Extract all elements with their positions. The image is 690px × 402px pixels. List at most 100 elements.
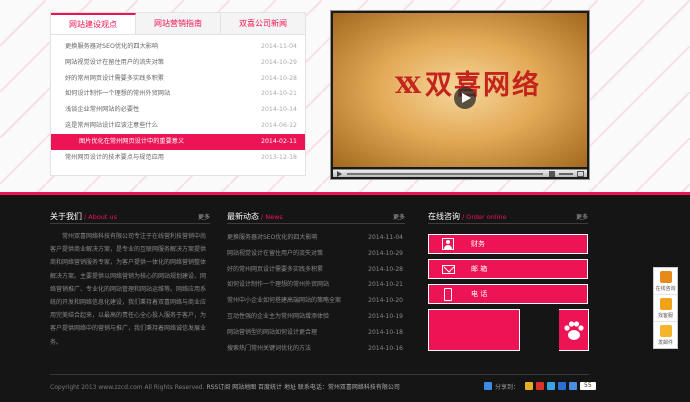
float-item-service[interactable]: 找客服 [654,295,677,322]
news-title: 最新动态 [227,212,259,221]
news-item-title: 常州网页设计的技术要点与规范应用 [65,153,164,161]
news-item[interactable]: 好的常州网页设计需要多实践多积累 2014-10-28 [51,71,305,87]
news-list: 更换服务器对SEO优化的四大影响 2014-11-04 网站视觉设计在留住用户的流… [51,35,305,165]
news-subtitle: / News [261,213,283,221]
share-tencent-icon[interactable] [547,382,556,390]
about-subtitle: / About us [84,213,118,221]
consult-phone-button[interactable]: 电 话 [428,284,588,304]
list-item-title: 网站营销型的网站如何设计更合理 [227,328,318,336]
paw-icon [564,321,584,340]
copyright: Copyright 2013 www.zzcd.com All Rights R… [50,382,400,391]
news-item[interactable]: 网站视觉设计在留住用户的流失对策 2014-10-29 [51,55,305,71]
tab-website-views[interactable]: 网站建设观点 [51,13,136,34]
list-item-date: 2014-10-19 [368,312,403,320]
consult-button-label: 财务 [471,240,485,248]
brand-logo-text: 双喜网络 [425,70,541,101]
consult-finance-button[interactable]: 财务 [428,234,588,254]
news-tab-box: 网站建设观点 网站营销指南 双喜公司新闻 更换服务器对SEO优化的四大影响 201… [50,12,306,176]
news-item[interactable]: 常州网页设计的技术要点与规范应用 2013-12-18 [51,150,305,166]
news-item-title: 更换服务器对SEO优化的四大影响 [65,43,159,50]
volume-icon[interactable] [549,171,555,177]
consult-heading: 在线咨询 / Order online 更多 [428,210,588,224]
consult-button-label: 电 话 [471,290,488,298]
mail-icon [442,265,455,274]
news-item[interactable]: 这是常州网站设计应该注意些什么 2014-06-12 [51,118,305,134]
news-item[interactable]: 如何设计制作一个理想的常州外贸网站 2014-10-21 [51,86,305,102]
video-player: XX 双喜网络 [330,10,590,180]
share-label: 分享到： [495,383,520,391]
progress-track[interactable] [347,173,543,175]
list-item[interactable]: 网站视觉设计在留住用户的流失对策 2014-10-29 [227,246,405,262]
list-item[interactable]: 搜索热门常州关键词优化的方法 2014-10-16 [227,341,405,357]
footer-links[interactable]: RSS订阅 网站地图 百度统计 地址 联系电话：常州双喜网络科技有限公司 [206,384,399,391]
about-more-link[interactable]: 更多 [198,211,210,225]
news-item[interactable]: 更换服务器对SEO优化的四大影响 2014-11-04 [51,39,305,55]
share-weibo-icon[interactable] [536,382,545,390]
news-item-date: 2014-06-12 [261,121,297,129]
play-icon[interactable] [454,87,476,109]
list-item[interactable]: 如何设计制作一个理想的常州外贸网站 2014-10-21 [227,277,405,293]
float-item-label: 找客服 [657,313,673,319]
share-plus-icon[interactable] [484,382,492,390]
float-item-email[interactable]: 发邮件 [654,322,677,349]
list-item-date: 2014-10-16 [368,344,403,352]
tab-marketing-guide[interactable]: 网站营销指南 [136,13,221,34]
list-item-date: 2014-10-20 [368,297,403,305]
news-heading: 最新动态 / News 更多 [227,210,405,224]
about-heading: 关于我们 / About us 更多 [50,210,210,224]
list-item[interactable]: 网站营销型的网站如何设计更合理 2014-10-18 [227,325,405,341]
share-qzone-icon[interactable] [525,382,534,390]
float-item-label: 在线咨询 [655,286,676,292]
share-count: 55 [580,382,596,390]
news-item-date: 2014-10-28 [261,74,297,82]
news-item[interactable]: 浅谈企业常州网站的必要性 2014-10-14 [51,102,305,118]
news-item-date: 2014-10-29 [261,58,297,66]
video-screen[interactable]: XX 双喜网络 [333,13,587,167]
news-item-date: 2014-11-04 [261,43,297,50]
news-item-title: 图片优化在常州网页设计中的重要意义 [79,137,185,145]
list-item-title: 网站视觉设计在留住用户的流失对策 [227,249,324,257]
latest-news-list: 更换服务器对SEO优化的四大影响 2014-11-04 网站视觉设计在留住用户的流… [227,230,405,356]
fullscreen-icon[interactable] [577,171,584,177]
news-item-title: 如何设计制作一个理想的常州外贸网站 [65,90,171,98]
list-item-title: 常州中小企业如何搭建高端网站的策略全案 [227,297,342,305]
list-item-date: 2014-10-21 [368,281,403,289]
list-item[interactable]: 更换服务器对SEO优化的四大影响 2014-11-04 [227,230,405,246]
list-item-title: 互动性强的企业主为常州网站增添体验 [227,312,330,320]
consult-more-link[interactable]: 更多 [576,211,588,225]
service-icon [660,298,672,310]
share-renren-icon[interactable] [558,382,567,390]
news-item-date: 2014-02-11 [261,137,297,145]
volume-slider[interactable] [559,173,573,175]
phone-icon [444,288,452,301]
list-item[interactable]: 常州中小企业如何搭建高端网站的策略全案 2014-10-20 [227,293,405,309]
news-more-link[interactable]: 更多 [393,211,405,225]
news-tabs: 网站建设观点 网站营销指南 双喜公司新闻 [51,13,305,35]
consult-mail-button[interactable]: 邮 箱 [428,259,588,279]
copyright-text: Copyright 2013 www.zzcd.com All Rights R… [50,384,205,391]
email-icon [660,325,672,337]
consult-subtitle: / Order online [462,213,507,221]
tab-company-news[interactable]: 双喜公司新闻 [221,13,305,34]
list-item-date: 2014-10-18 [368,328,403,336]
brand-logo-mark: XX [395,73,421,99]
qr-code-box [428,309,520,351]
share-bar: 分享到： 55 [484,381,596,391]
news-item-title: 这是常州网站设计应该注意些什么 [65,121,158,129]
about-text: 常州双喜网络科技有限公司专注于在线营利技营销中尚客户提供商业解决方案，是专业的互… [50,233,207,346]
share-douban-icon[interactable] [569,382,578,390]
consult-button-label: 邮 箱 [471,265,488,273]
list-item[interactable]: 好的常州网页设计需要多实践多积累 2014-10-28 [227,262,405,278]
paw-logo[interactable] [559,309,589,351]
footer-divider [50,374,589,375]
float-item-chat[interactable]: 在线咨询 [654,268,677,295]
news-item-highlighted[interactable]: 图片优化在常州网页设计中的重要意义 2014-02-11 [51,133,305,150]
list-item-date: 2014-10-29 [368,249,403,257]
news-item-title: 网站视觉设计在留住用户的流失对策 [65,58,164,66]
list-item[interactable]: 互动性强的企业主为常州网站增添体验 2014-10-19 [227,309,405,325]
news-item-date: 2013-12-18 [261,153,297,161]
control-play-icon[interactable] [337,171,342,177]
list-item-title: 好的常州网页设计需要多实践多积累 [227,265,324,273]
consult-title: 在线咨询 [428,212,460,221]
news-item-title: 浅谈企业常州网站的必要性 [65,106,140,114]
